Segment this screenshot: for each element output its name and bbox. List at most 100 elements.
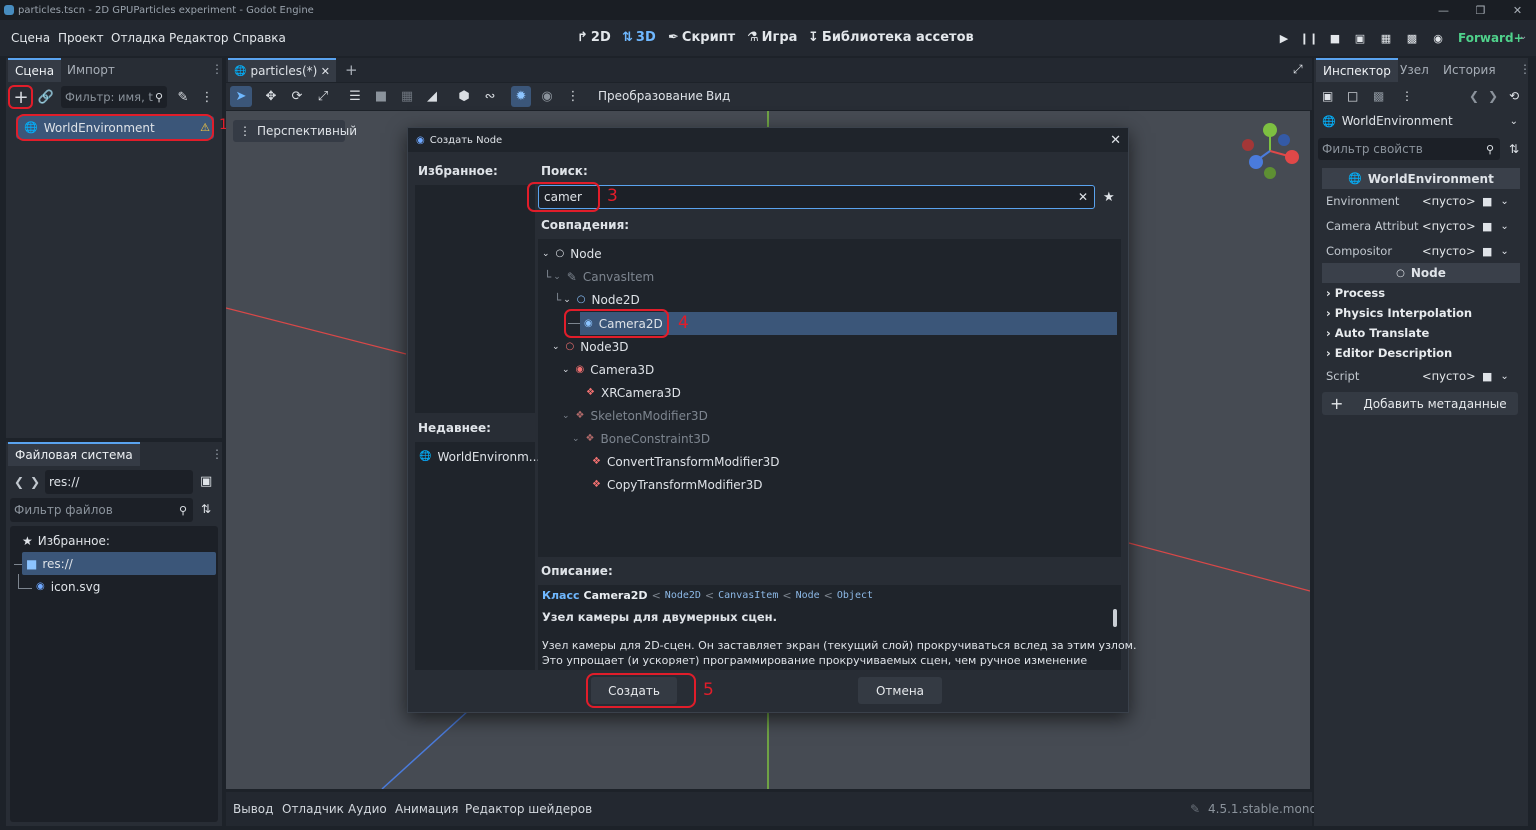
maximize-icon[interactable]: ❐: [1462, 0, 1499, 20]
play-scene-icon[interactable]: ▦: [1376, 30, 1396, 46]
tab-filesystem[interactable]: Файловая система: [8, 442, 140, 466]
scene-menu-icon[interactable]: ⋮: [197, 86, 217, 108]
chevron-down-icon[interactable]: ⌄: [1500, 196, 1508, 207]
hierarchy-link[interactable]: Object: [837, 590, 873, 601]
file-filter-input[interactable]: Фильтр файлов ⚲: [10, 498, 193, 522]
fs-favorites-row[interactable]: ★ Избранное:: [22, 529, 216, 552]
favorite-star-icon[interactable]: ★: [1103, 190, 1115, 205]
chevron-down-icon[interactable]: ⌄: [1500, 246, 1508, 257]
new-tab-icon[interactable]: +: [345, 61, 358, 79]
menu-debug[interactable]: Отладка: [111, 31, 165, 45]
match-node[interactable]: ⌄ ○ Node: [542, 242, 602, 265]
dock-menu-icon[interactable]: ⋮: [211, 62, 223, 76]
view-menu[interactable]: Вид: [706, 89, 730, 103]
fs-menu-icon[interactable]: ⋮: [211, 447, 223, 461]
tab-inspector[interactable]: Инспектор: [1316, 58, 1398, 82]
tab-debugger[interactable]: Отладчик: [282, 802, 344, 816]
prop-camera-attributes[interactable]: Camera Attribut <пусто> ■ ⌄: [1322, 214, 1520, 238]
workspace-3d-button[interactable]: ⇅ 3D: [622, 30, 656, 45]
gizmo-x-icon[interactable]: [1285, 150, 1299, 164]
tab-audio[interactable]: Аудио: [348, 802, 387, 816]
rotate-tool-icon[interactable]: ⟳: [287, 86, 307, 107]
back-icon[interactable]: ❮: [14, 475, 24, 489]
attach-script-button[interactable]: ✎: [173, 86, 193, 108]
inspector-object-select[interactable]: 🌐 WorldEnvironment ⌄: [1318, 110, 1526, 132]
section-physics-interpolation[interactable]: › Physics Interpolation: [1322, 303, 1520, 323]
tab-node[interactable]: Узел: [1393, 58, 1436, 82]
close-window-icon[interactable]: ✕: [1499, 0, 1536, 20]
match-node3d[interactable]: ⌄ ○ Node3D: [552, 335, 628, 358]
pause-icon[interactable]: ❙❙: [1299, 30, 1319, 46]
chevron-down-icon[interactable]: ⌄: [1519, 31, 1527, 42]
prop-script[interactable]: Script <пусто> ■ ⌄: [1322, 364, 1520, 388]
move-tool-icon[interactable]: ✥: [261, 86, 281, 107]
prop-compositor[interactable]: Compositor <пусто> ■ ⌄: [1322, 239, 1520, 263]
menu-help[interactable]: Справка: [233, 31, 286, 45]
hierarchy-link[interactable]: CanvasItem: [718, 590, 778, 601]
menu-scene[interactable]: Сцена: [11, 31, 50, 45]
folder-icon[interactable]: ■: [1482, 195, 1492, 208]
add-metadata-button[interactable]: + Добавить метаданные: [1322, 392, 1518, 415]
match-camera3d[interactable]: ⌄ ◉ Camera3D: [562, 358, 654, 381]
select-tool-icon[interactable]: ➤: [230, 86, 252, 107]
filter-settings-icon[interactable]: ⇅: [1509, 142, 1519, 156]
match-canvasitem[interactable]: └ ⌄ ✎ CanvasItem: [544, 265, 654, 288]
perspective-menu[interactable]: ⋮ Перспективный: [233, 120, 357, 142]
split-view-icon[interactable]: ▣: [200, 474, 212, 489]
movie-maker-icon[interactable]: ◉: [1428, 30, 1448, 46]
fs-root-row[interactable]: ■ res://: [22, 552, 216, 575]
ruler-icon[interactable]: ◢: [422, 86, 442, 107]
workspace-script-button[interactable]: ✒ Скрипт: [668, 30, 735, 45]
menu-project[interactable]: Проект: [58, 31, 104, 45]
list-select-icon[interactable]: ☰: [345, 86, 365, 107]
match-copytransformmodifier3d[interactable]: ❖ CopyTransformModifier3D: [592, 473, 763, 496]
close-icon[interactable]: ✕: [321, 65, 330, 78]
inspector-menu-icon[interactable]: ⋮: [1519, 62, 1531, 76]
scene-tab[interactable]: 🌐 particles(*) ✕: [228, 58, 336, 82]
tab-shader-editor[interactable]: Редактор шейдеров: [465, 802, 592, 816]
recent-item[interactable]: 🌐 WorldEnvironm...: [419, 445, 540, 468]
distraction-free-icon[interactable]: ⤢: [1293, 62, 1303, 77]
folder-icon[interactable]: ■: [1482, 220, 1492, 233]
hierarchy-link[interactable]: Node: [796, 590, 820, 601]
node-search-input[interactable]: camer ✕: [538, 185, 1095, 209]
fs-path-field[interactable]: res://: [45, 470, 193, 494]
section-process[interactable]: › Process: [1322, 283, 1520, 303]
environment-preview-icon[interactable]: ◉: [537, 86, 557, 107]
match-boneconstraint3d[interactable]: ⌄ ❖ BoneConstraint3D: [572, 427, 710, 450]
object-history-icon[interactable]: ⟲: [1509, 89, 1519, 103]
description-class-name[interactable]: Camera2D: [584, 589, 648, 602]
property-filter-input[interactable]: Фильтр свойств ⚲: [1318, 138, 1500, 160]
stop-icon[interactable]: ■: [1325, 30, 1345, 46]
remote-debug-icon[interactable]: ▣: [1350, 30, 1370, 46]
tab-import[interactable]: Импорт: [60, 58, 122, 82]
fs-file-row[interactable]: ◉ icon.svg: [36, 575, 216, 598]
folder-icon[interactable]: ■: [1482, 245, 1492, 258]
cancel-button[interactable]: Отмена: [858, 677, 942, 704]
tab-scene[interactable]: Сцена: [8, 58, 62, 82]
play-custom-icon[interactable]: ▩: [1402, 30, 1422, 46]
play-icon[interactable]: ▶: [1274, 30, 1294, 46]
match-converttransformmodifier3d[interactable]: ❖ ConvertTransformModifier3D: [592, 450, 780, 473]
forward-icon[interactable]: ❯: [30, 475, 40, 489]
match-node2d[interactable]: └ ⌄ ○ Node2D: [554, 288, 640, 311]
clear-icon[interactable]: ✕: [1078, 190, 1088, 204]
folder-icon[interactable]: ■: [1482, 370, 1492, 383]
description-scrollbar[interactable]: [1113, 609, 1117, 627]
sort-icon[interactable]: ⇅: [201, 502, 211, 516]
section-editor-description[interactable]: › Editor Description: [1322, 343, 1520, 363]
workspace-2d-button[interactable]: ↱ 2D: [577, 30, 611, 45]
workspace-assetlib-button[interactable]: ↧ Библиотека ассетов: [808, 30, 974, 45]
preview-menu-icon[interactable]: ⋮: [563, 86, 583, 107]
tab-animation[interactable]: Анимация: [395, 802, 458, 816]
renderer-select[interactable]: Forward+: [1458, 31, 1524, 45]
match-skeletonmodifier3d[interactable]: ⌄ ❖ SkeletonModifier3D: [562, 404, 708, 427]
history-forward-icon[interactable]: ❯: [1488, 89, 1498, 103]
chevron-down-icon[interactable]: ⌄: [1500, 221, 1508, 232]
resource-menu-icon[interactable]: ⋮: [1401, 89, 1413, 103]
section-auto-translate[interactable]: › Auto Translate: [1322, 323, 1520, 343]
minimize-icon[interactable]: —: [1425, 0, 1462, 20]
gizmo-y-icon[interactable]: [1263, 123, 1277, 137]
close-icon[interactable]: ✕: [1110, 133, 1121, 148]
snap-icon[interactable]: ∾: [480, 86, 500, 107]
